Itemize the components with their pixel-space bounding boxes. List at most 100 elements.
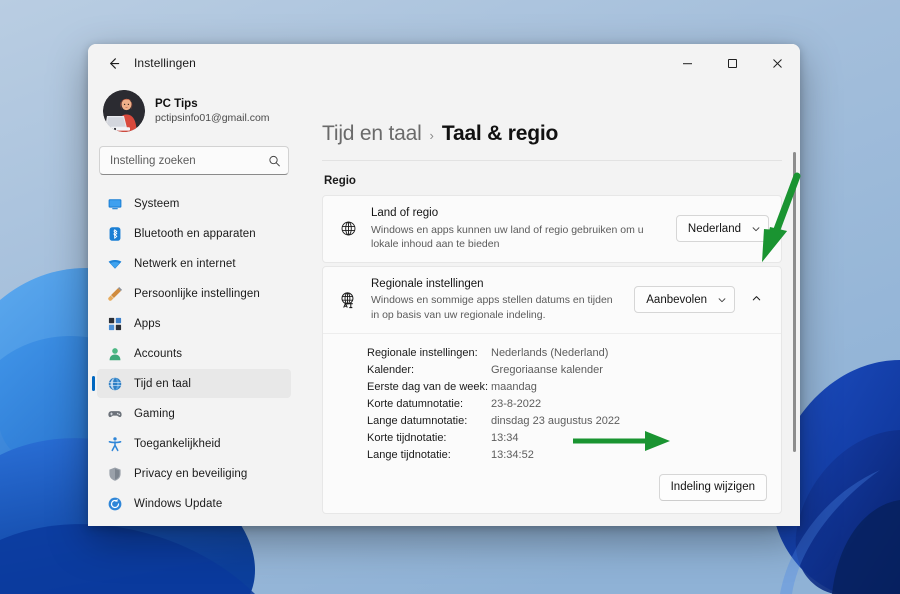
sidebar-item-bluetooth-en-apparaten[interactable]: Bluetooth en apparaten (97, 219, 291, 248)
detail-row: Kalender: Gregoriaanse kalender (367, 364, 767, 376)
sidebar-item-label: Privacy en beveiliging (134, 467, 248, 480)
wifi-icon (107, 256, 123, 272)
account-email: pctipsinfo01@gmail.com (155, 111, 270, 124)
search-box[interactable] (99, 146, 289, 175)
detail-row: Lange tijdnotatie: 13:34:52 (367, 449, 767, 461)
sidebar-item-label: Netwerk en internet (134, 257, 236, 270)
row-description: Windows en apps kunnen uw land of regio … (371, 223, 644, 251)
sidebar-item-label: Toegankelijkheid (134, 437, 221, 450)
window-controls (665, 44, 800, 82)
breadcrumb-parent[interactable]: Tijd en taal (322, 122, 422, 146)
clock-globe-icon (107, 376, 123, 392)
window-body: PC Tips pctipsinfo01@gmail.com Systeem Bl… (88, 82, 800, 526)
row-land-of-regio[interactable]: Land of regio Windows en apps kunnen uw … (323, 196, 781, 262)
sidebar-item-gaming[interactable]: Gaming (97, 399, 291, 428)
sidebar-item-windows-update[interactable]: Windows Update (97, 489, 291, 518)
sidebar-item-label: Windows Update (134, 497, 223, 510)
account-name: PC Tips (155, 98, 198, 111)
sidebar-item-label: Systeem (134, 197, 180, 210)
breadcrumb: Tijd en taal › Taal & regio (322, 82, 782, 146)
breadcrumb-separator: › (429, 128, 434, 143)
bluetooth-icon (107, 226, 123, 242)
row-regionale-instellingen[interactable]: Regionale instellingen Windows en sommig… (323, 267, 781, 333)
detail-actions: Indeling wijzigen (367, 473, 767, 501)
scrollbar-thumb[interactable] (793, 152, 796, 452)
sidebar-item-netwerk-en-internet[interactable]: Netwerk en internet (97, 249, 291, 278)
country-dropdown-value: Nederland (687, 222, 741, 235)
detail-key: Regionale instellingen: (367, 346, 478, 359)
sidebar-item-toegankelijkheid[interactable]: Toegankelijkheid (97, 429, 291, 458)
content-pane: Tijd en taal › Taal & regio Regio Land o… (300, 82, 800, 526)
globe-language-icon (337, 291, 359, 309)
title-bar: Instellingen (88, 44, 800, 82)
update-icon (107, 496, 123, 512)
row-title: Regionale instellingen (371, 277, 484, 290)
card-land-of-regio: Land of regio Windows en apps kunnen uw … (322, 195, 782, 263)
account-text: PC Tips pctipsinfo01@gmail.com (155, 97, 270, 125)
sidebar-item-tijd-en-taal[interactable]: Tijd en taal (92, 369, 291, 398)
sidebar-nav: Systeem Bluetooth en apparaten Netwerk en … (92, 189, 291, 518)
monitor-icon (107, 196, 123, 212)
collapse-expander-button[interactable] (743, 287, 769, 313)
shield-icon (107, 466, 123, 482)
regional-format-details: Regionale instellingen: Nederlands (Neder… (323, 332, 781, 513)
detail-key: Korte tijdnotatie: (367, 431, 447, 444)
sidebar-item-persoonlijke-instellingen[interactable]: Persoonlijke instellingen (97, 279, 291, 308)
detail-value: 23-8-2022 (491, 397, 542, 410)
detail-value: Nederlands (Nederland) (491, 346, 609, 359)
detail-list: Regionale instellingen: Nederlands (Neder… (367, 347, 767, 461)
country-dropdown[interactable]: Nederland (675, 215, 769, 243)
sidebar-item-label: Gaming (134, 407, 175, 420)
sidebar-item-label: Accounts (134, 347, 183, 360)
row-description: Windows en sommige apps stellen datums e… (371, 294, 613, 322)
sidebar-item-label: Persoonlijke instellingen (134, 287, 260, 300)
detail-key: Kalender: (367, 363, 415, 376)
section-heading-regio: Regio (324, 175, 356, 187)
apps-icon (107, 316, 123, 332)
sidebar-item-label: Bluetooth en apparaten (134, 227, 256, 240)
detail-key: Lange tijdnotatie: (367, 448, 451, 461)
detail-value: 13:34 (491, 431, 519, 444)
accessibility-icon (107, 436, 123, 452)
row-text: Regionale instellingen Windows en sommig… (371, 277, 622, 323)
detail-value: 13:34:52 (491, 448, 534, 461)
detail-key: Eerste dag van de week: (367, 380, 489, 393)
globe-icon (337, 220, 359, 237)
sidebar-item-accounts[interactable]: Accounts (97, 339, 291, 368)
chevron-down-icon (717, 295, 727, 305)
content-scrollbar[interactable] (793, 152, 796, 526)
detail-key: Korte datumnotatie: (367, 397, 464, 410)
row-text: Land of regio Windows en apps kunnen uw … (371, 206, 664, 252)
detail-row: Regionale instellingen: Nederlands (Neder… (367, 347, 767, 359)
change-format-button[interactable]: Indeling wijzigen (658, 473, 767, 501)
search-input[interactable] (99, 146, 289, 175)
detail-key: Lange datumnotatie: (367, 414, 468, 427)
detail-value: maandag (491, 380, 537, 393)
detail-row: Eerste dag van de week: maandag (367, 381, 767, 393)
header-divider (322, 160, 782, 161)
person-icon (107, 346, 123, 362)
maximize-button[interactable] (710, 44, 755, 82)
page-title: Taal & regio (441, 122, 559, 145)
settings-window: Instellingen PC Tips pctipsinfo01@gmail.… (88, 44, 800, 526)
minimize-button[interactable] (665, 44, 710, 82)
sidebar-item-apps[interactable]: Apps (97, 309, 291, 338)
brush-icon (107, 286, 123, 302)
back-button[interactable] (98, 49, 128, 77)
detail-value: dinsdag 23 augustus 2022 (491, 414, 621, 427)
regional-format-dropdown-value: Aanbevolen (646, 293, 707, 306)
sidebar-item-systeem[interactable]: Systeem (97, 189, 291, 218)
sidebar-item-label: Tijd en taal (134, 377, 192, 390)
gamepad-icon (107, 406, 123, 422)
sidebar: PC Tips pctipsinfo01@gmail.com Systeem Bl… (88, 82, 300, 526)
row-controls: Aanbevolen (634, 286, 769, 314)
sidebar-item-privacy-en-beveiliging[interactable]: Privacy en beveiliging (97, 459, 291, 488)
sidebar-item-label: Apps (134, 317, 161, 330)
close-button[interactable] (755, 44, 800, 82)
row-title: Land of regio (371, 207, 439, 219)
avatar (103, 90, 145, 132)
card-regionale-instellingen: Regionale instellingen Windows en sommig… (322, 265, 782, 514)
chevron-up-icon (751, 291, 762, 309)
regional-format-dropdown[interactable]: Aanbevolen (634, 286, 735, 314)
account-block[interactable]: PC Tips pctipsinfo01@gmail.com (97, 82, 291, 146)
